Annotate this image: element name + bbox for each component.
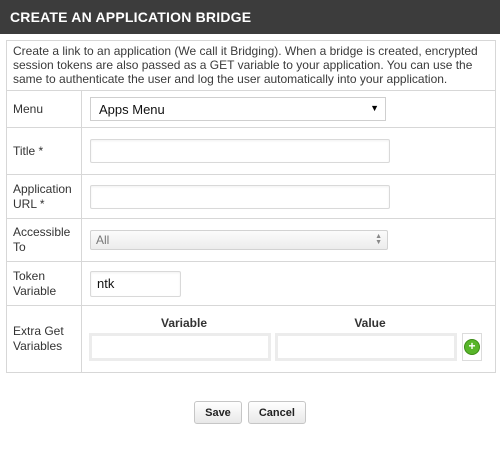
title-input[interactable]	[90, 139, 390, 163]
menu-row: Menu Apps Menu ▼	[6, 90, 496, 128]
extra-value-input[interactable]	[275, 332, 457, 361]
extra-get-row: Extra Get Variables Variable Value +	[6, 305, 496, 373]
token-variable-row: Token Variable	[6, 261, 496, 306]
bridge-form: Create a link to an application (We call…	[6, 40, 496, 373]
up-down-arrows-icon: ▲ ▼	[375, 233, 382, 246]
accessible-to-row: Accessible To All ▲ ▼	[6, 218, 496, 262]
extra-get-headers: Variable Value	[91, 316, 489, 330]
token-variable-input[interactable]	[90, 270, 181, 297]
accessible-to-value: All	[96, 233, 110, 247]
value-column-header: Value	[354, 315, 386, 330]
accessible-to-label: Accessible To	[6, 218, 82, 262]
accessible-to-select[interactable]: All ▲ ▼	[90, 230, 388, 250]
app-url-label: Application URL *	[6, 174, 82, 219]
extra-get-input-row: +	[89, 332, 489, 361]
add-variable-button[interactable]: +	[462, 332, 482, 361]
app-url-input[interactable]	[90, 184, 390, 209]
menu-select[interactable]: Apps Menu ▼	[90, 97, 386, 121]
save-button[interactable]: Save	[194, 401, 242, 424]
intro-text: Create a link to an application (We call…	[6, 40, 496, 91]
variable-column-header: Variable	[160, 315, 208, 330]
menu-select-value: Apps Menu	[99, 102, 165, 117]
plus-circle-icon: +	[464, 338, 480, 355]
title-row: Title *	[6, 127, 496, 175]
chevron-down-icon: ▼	[370, 103, 379, 113]
page-title: CREATE AN APPLICATION BRIDGE	[0, 0, 500, 34]
token-variable-label: Token Variable	[6, 261, 82, 306]
app-url-row: Application URL *	[6, 174, 496, 219]
cancel-button[interactable]: Cancel	[247, 401, 306, 424]
menu-label: Menu	[6, 90, 82, 128]
title-label: Title *	[6, 127, 82, 175]
intro-row: Create a link to an application (We call…	[6, 40, 496, 91]
extra-get-label: Extra Get Variables	[6, 305, 82, 373]
extra-variable-input[interactable]	[89, 332, 271, 361]
form-actions: Save Cancel	[0, 401, 500, 424]
